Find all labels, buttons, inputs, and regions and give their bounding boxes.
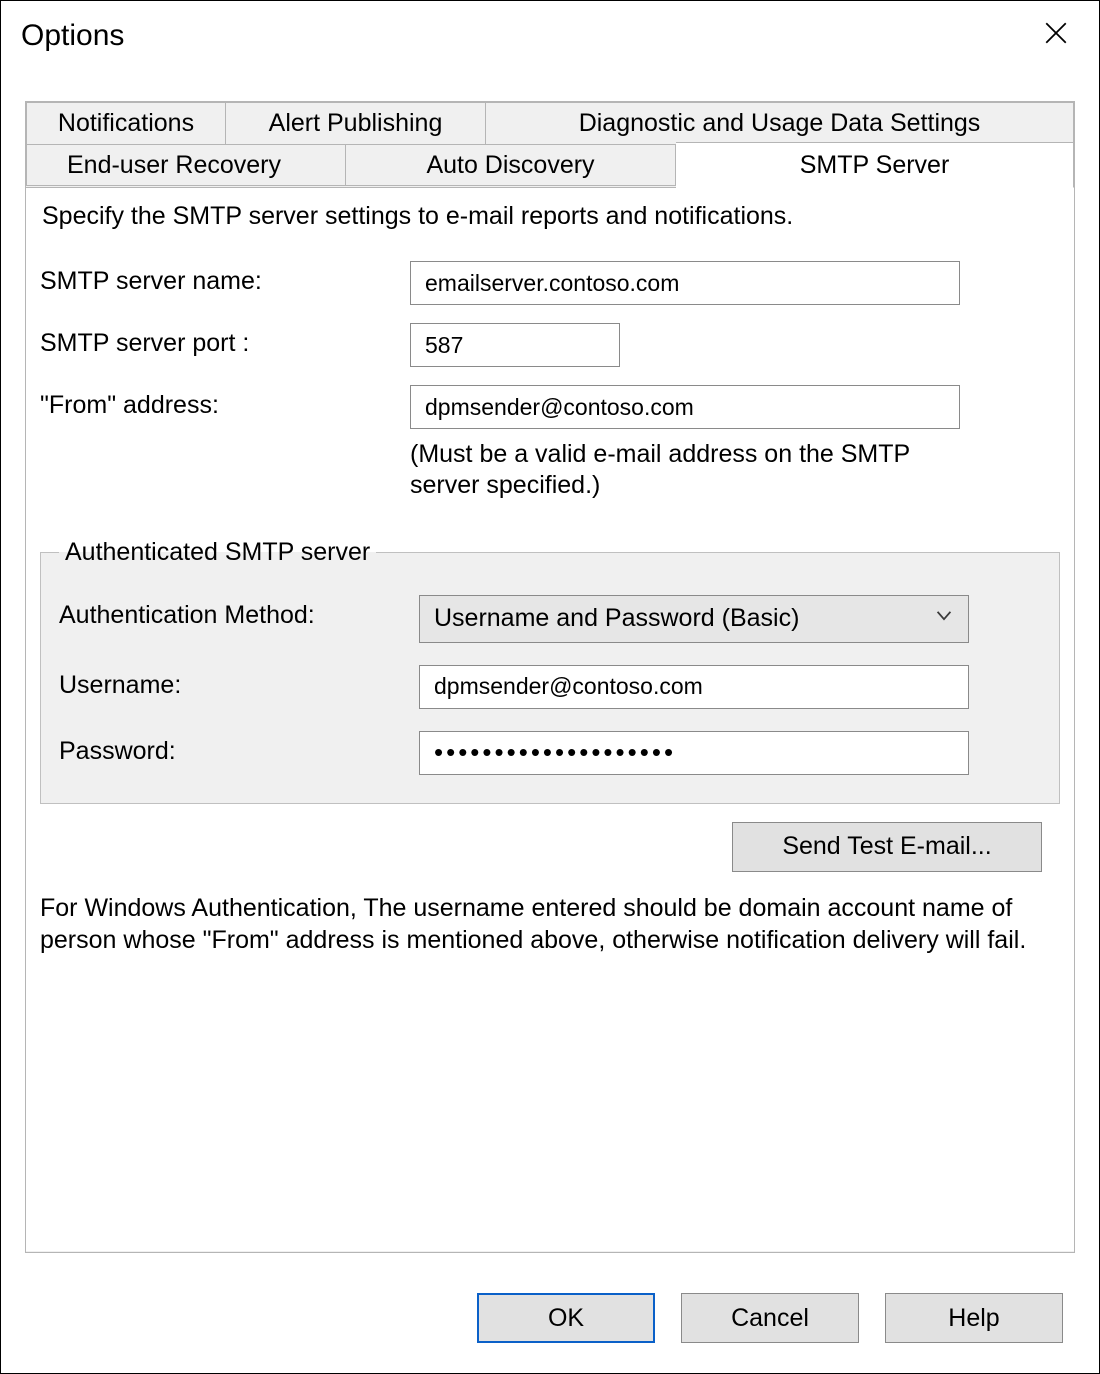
windows-auth-note: For Windows Authentication, The username… <box>40 892 1060 957</box>
ok-button[interactable]: OK <box>477 1293 655 1343</box>
row-smtp-server-name: SMTP server name: emailserver.contoso.co… <box>40 261 1060 305</box>
help-button[interactable]: Help <box>885 1293 1063 1343</box>
input-value: 587 <box>425 332 463 359</box>
row-username: Username: dpmsender@contoso.com <box>59 665 1041 709</box>
input-value: dpmsender@contoso.com <box>434 673 703 700</box>
select-auth-method[interactable]: Username and Password (Basic) <box>419 595 969 643</box>
fieldset-authenticated-smtp: Authenticated SMTP server Authentication… <box>40 538 1060 804</box>
row-from-address: "From" address: dpmsender@contoso.com (M… <box>40 385 1060 502</box>
label-username: Username: <box>59 665 419 700</box>
select-value: Username and Password (Basic) <box>434 604 799 633</box>
close-button[interactable] <box>1033 13 1079 59</box>
tab-label: SMTP Server <box>800 151 950 180</box>
dialog-button-bar: OK Cancel Help <box>477 1293 1063 1343</box>
row-smtp-server-port: SMTP server port : 587 <box>40 323 1060 367</box>
from-address-hint: (Must be a valid e-mail address on the S… <box>410 439 960 502</box>
tab-label: Auto Discovery <box>426 151 594 180</box>
tab-label: Notifications <box>58 109 194 138</box>
dialog-title: Options <box>21 19 124 53</box>
label-smtp-server-name: SMTP server name: <box>40 261 410 296</box>
close-icon <box>1043 20 1069 53</box>
tab-notifications[interactable]: Notifications <box>26 102 226 144</box>
tab-alert-publishing[interactable]: Alert Publishing <box>226 102 486 144</box>
input-from-address[interactable]: dpmsender@contoso.com <box>410 385 960 429</box>
titlebar: Options <box>1 1 1099 71</box>
button-label: Send Test E-mail... <box>782 832 991 861</box>
cancel-button[interactable]: Cancel <box>681 1293 859 1343</box>
tab-smtp-server[interactable]: SMTP Server <box>676 142 1074 188</box>
dialog-client-area: Notifications Alert Publishing Diagnosti… <box>25 101 1075 1253</box>
input-value: •••••••••••••••••••• <box>434 737 676 768</box>
chevron-down-icon <box>933 604 955 633</box>
send-test-row: Send Test E-mail... <box>40 822 1060 872</box>
input-value: dpmsender@contoso.com <box>425 394 694 421</box>
input-smtp-server-name[interactable]: emailserver.contoso.com <box>410 261 960 305</box>
input-smtp-server-port[interactable]: 587 <box>410 323 620 367</box>
tab-auto-discovery[interactable]: Auto Discovery <box>346 144 676 186</box>
tab-diagnostic-usage-data[interactable]: Diagnostic and Usage Data Settings <box>486 102 1074 144</box>
tab-label: Diagnostic and Usage Data Settings <box>579 109 981 138</box>
tab-label: Alert Publishing <box>269 109 443 138</box>
label-auth-method: Authentication Method: <box>59 595 419 630</box>
input-value: emailserver.contoso.com <box>425 270 679 297</box>
label-password: Password: <box>59 731 419 766</box>
tab-body-smtp: Specify the SMTP server settings to e-ma… <box>26 187 1074 1251</box>
button-label: Cancel <box>731 1304 809 1333</box>
fieldset-legend: Authenticated SMTP server <box>59 538 376 567</box>
input-username[interactable]: dpmsender@contoso.com <box>419 665 969 709</box>
tabs-row-2: End-user Recovery Auto Discovery SMTP Se… <box>26 144 1074 188</box>
tab-label: End-user Recovery <box>67 151 281 180</box>
label-smtp-server-port: SMTP server port : <box>40 323 410 358</box>
tab-end-user-recovery[interactable]: End-user Recovery <box>26 144 346 186</box>
tabs-row-1: Notifications Alert Publishing Diagnosti… <box>26 102 1074 144</box>
label-from-address: "From" address: <box>40 385 410 420</box>
row-password: Password: •••••••••••••••••••• <box>59 731 1041 775</box>
send-test-email-button[interactable]: Send Test E-mail... <box>732 822 1042 872</box>
options-dialog: Options Notifications Alert Publishing D… <box>0 0 1100 1374</box>
row-auth-method: Authentication Method: Username and Pass… <box>59 595 1041 643</box>
button-label: Help <box>948 1304 999 1333</box>
button-label: OK <box>548 1304 584 1333</box>
input-password[interactable]: •••••••••••••••••••• <box>419 731 969 775</box>
intro-text: Specify the SMTP server settings to e-ma… <box>42 202 1060 231</box>
